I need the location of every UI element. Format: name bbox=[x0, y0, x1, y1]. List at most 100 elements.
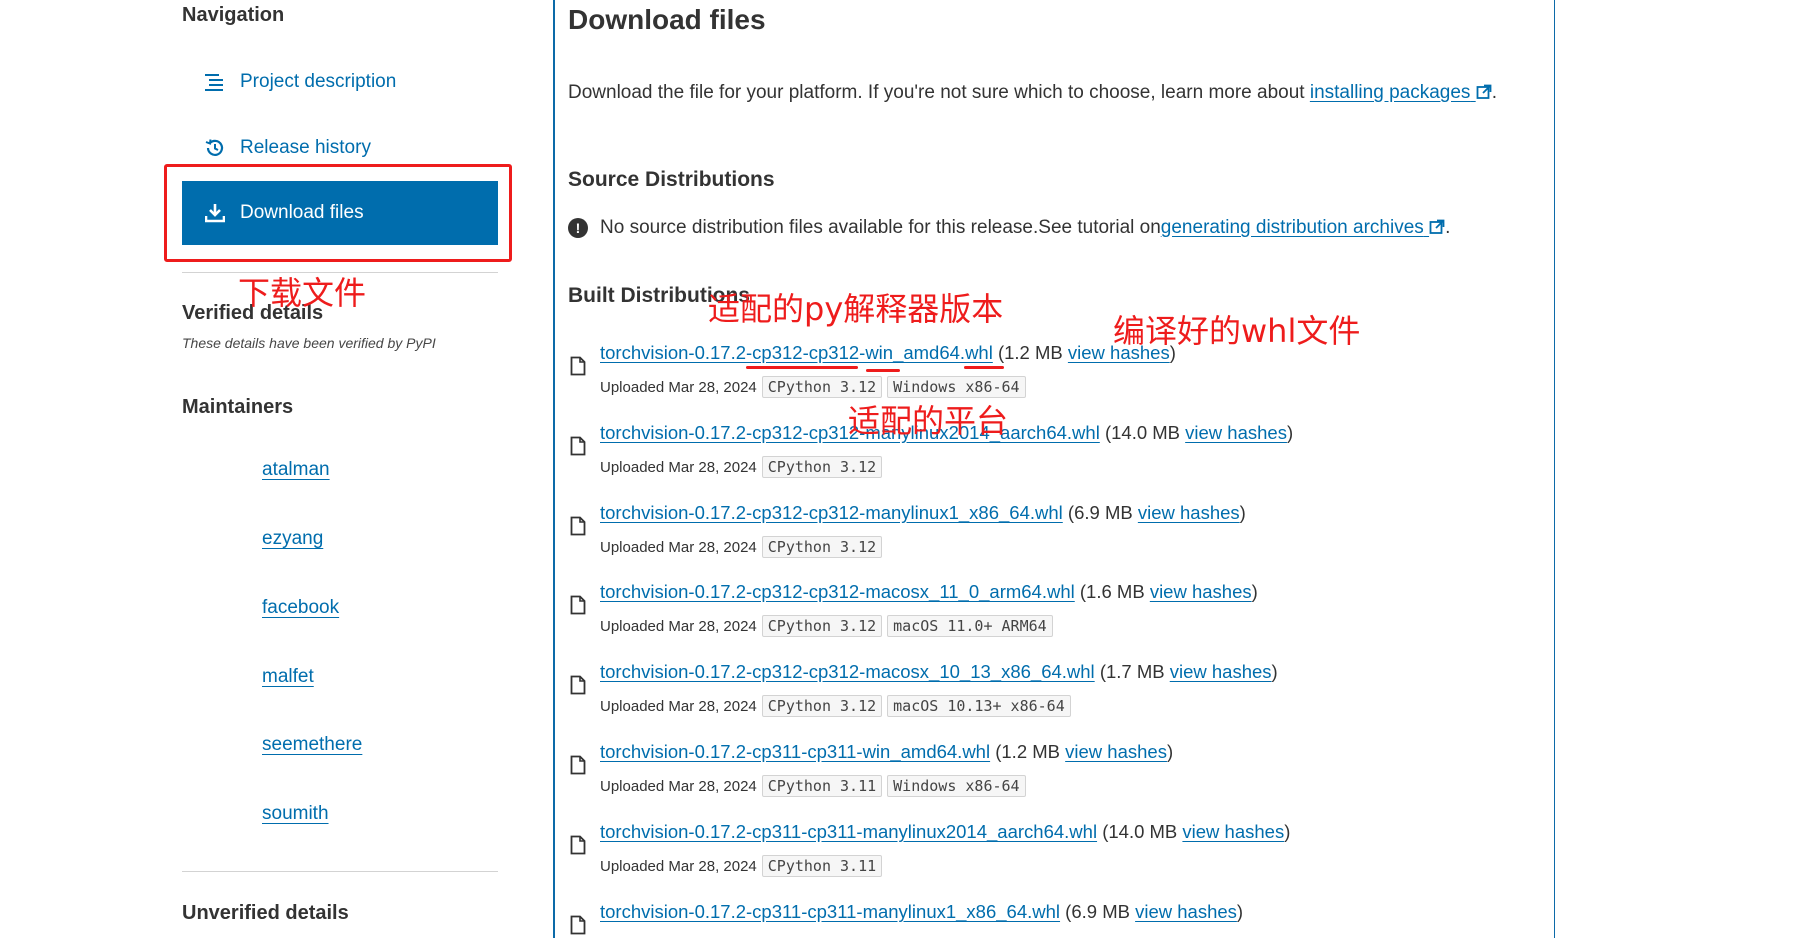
file-line: torchvision-0.17.2-cp312-cp312-macosx_11… bbox=[600, 581, 1258, 603]
exclamation-icon: ! bbox=[568, 218, 588, 238]
nav-heading: Navigation bbox=[182, 4, 285, 26]
file-tag: Windows x86-64 bbox=[887, 775, 1026, 797]
intro-end: . bbox=[1491, 82, 1497, 103]
verified-note: These details have been verified by PyPI bbox=[182, 335, 436, 351]
nav-project-description[interactable]: Project description bbox=[182, 50, 498, 114]
view-hashes-link[interactable]: view hashes bbox=[1182, 821, 1284, 842]
file-meta: Uploaded Mar 28, 2024 CPython 3.11 bbox=[600, 855, 883, 877]
file-size: (1.7 MB bbox=[1099, 661, 1165, 682]
file-size: (6.9 MB bbox=[1065, 901, 1130, 922]
maintainer-link[interactable]: ezyang bbox=[262, 528, 323, 550]
distribution-archives-link[interactable]: generating distribution archives bbox=[1161, 217, 1445, 239]
file-download-link[interactable]: torchvision-0.17.2-cp312-cp312-win_amd64… bbox=[600, 342, 993, 363]
file-row: torchvision-0.17.2-cp311-cp311-manylinux… bbox=[568, 901, 1548, 938]
link-label: generating distribution archives bbox=[1160, 217, 1424, 238]
file-tag: CPython 3.12 bbox=[761, 376, 883, 398]
intro-text: Download the file for your platform. If … bbox=[568, 82, 1497, 104]
history-icon bbox=[204, 137, 226, 159]
view-hashes-link[interactable]: view hashes bbox=[1135, 901, 1237, 922]
file-download-link[interactable]: torchvision-0.17.2-cp312-cp312-macosx_10… bbox=[600, 661, 1095, 682]
file-row: torchvision-0.17.2-cp312-cp312-manylinux… bbox=[568, 422, 1548, 492]
view-hashes-link[interactable]: view hashes bbox=[1138, 502, 1240, 523]
annotation-whl-file: 编译好的whl文件 bbox=[1113, 312, 1361, 350]
view-hashes-link[interactable]: view hashes bbox=[1185, 422, 1287, 443]
file-tag: CPython 3.12 bbox=[761, 456, 883, 478]
column-divider bbox=[553, 0, 555, 938]
file-download-link[interactable]: torchvision-0.17.2-cp312-cp312-manylinux… bbox=[600, 502, 1063, 523]
annotation-py-version: 适配的py解释器版本 bbox=[708, 290, 1004, 328]
file-close-paren: ) bbox=[1286, 422, 1294, 443]
file-tag: CPython 3.11 bbox=[761, 775, 883, 797]
file-size: (1.2 MB bbox=[995, 741, 1061, 762]
file-line: torchvision-0.17.2-cp311-cp311-win_amd64… bbox=[600, 741, 1173, 763]
annotation-underline bbox=[866, 369, 900, 372]
file-download-link[interactable]: torchvision-0.17.2-cp311-cp311-manylinux… bbox=[600, 901, 1060, 922]
list-icon bbox=[204, 71, 226, 93]
file-download-link[interactable]: torchvision-0.17.2-cp311-cp311-win_amd64… bbox=[600, 741, 990, 762]
maintainer-link[interactable]: malfet bbox=[262, 666, 314, 688]
annotation-underline bbox=[746, 366, 858, 369]
upload-date: Uploaded Mar 28, 2024 bbox=[600, 378, 757, 396]
file-icon bbox=[570, 356, 586, 381]
file-tag: CPython 3.12 bbox=[761, 695, 883, 717]
view-hashes-link[interactable]: view hashes bbox=[1150, 581, 1252, 602]
file-tag: macOS 10.13+ x86-64 bbox=[887, 695, 1071, 717]
maintainer-link[interactable]: facebook bbox=[262, 597, 339, 619]
maintainer-link[interactable]: seemethere bbox=[262, 734, 362, 756]
file-icon bbox=[570, 516, 586, 541]
file-close-paren: ) bbox=[1236, 901, 1244, 922]
maintainer-link[interactable]: atalman bbox=[262, 459, 330, 481]
file-icon bbox=[570, 835, 586, 860]
intro-body: Download the file for your platform. If … bbox=[568, 82, 1310, 103]
file-meta: Uploaded Mar 28, 2024 CPython 3.12 macOS 1… bbox=[600, 615, 1053, 637]
file-line: torchvision-0.17.2-cp311-cp311-manylinux… bbox=[600, 901, 1243, 923]
upload-date: Uploaded Mar 28, 2024 bbox=[600, 697, 757, 715]
notice-end: . bbox=[1445, 217, 1451, 238]
annotation-platform: 适配的平台 bbox=[848, 402, 1009, 440]
file-row: torchvision-0.17.2-cp311-cp311-manylinux… bbox=[568, 821, 1548, 891]
file-icon bbox=[570, 675, 586, 700]
nav-label: Project description bbox=[240, 71, 397, 92]
file-meta: Uploaded Mar 28, 2024 CPython 3.12 bbox=[600, 456, 883, 478]
upload-date: Uploaded Mar 28, 2024 bbox=[600, 538, 757, 556]
installing-packages-link[interactable]: installing packages bbox=[1310, 82, 1492, 103]
file-tag: CPython 3.11 bbox=[761, 855, 883, 877]
no-source-text: No source distribution files available f… bbox=[600, 217, 1161, 238]
file-line: torchvision-0.17.2-cp312-cp312-manylinux… bbox=[600, 502, 1246, 524]
file-tag: Windows x86-64 bbox=[887, 376, 1026, 398]
file-download-link[interactable]: torchvision-0.17.2-cp311-cp311-manylinux… bbox=[600, 821, 1097, 842]
annotation-underline bbox=[964, 366, 1004, 369]
external-link-icon bbox=[1476, 82, 1492, 103]
file-download-link[interactable]: torchvision-0.17.2-cp312-cp312-macosx_11… bbox=[600, 581, 1075, 602]
file-line: torchvision-0.17.2-cp311-cp311-manylinux… bbox=[600, 821, 1290, 843]
external-link-icon bbox=[1429, 217, 1445, 238]
file-tag: CPython 3.12 bbox=[761, 536, 883, 558]
upload-date: Uploaded Mar 28, 2024 bbox=[600, 458, 757, 476]
column-divider bbox=[1554, 0, 1555, 938]
nav-label: Release history bbox=[240, 137, 371, 158]
file-close-paren: ) bbox=[1284, 821, 1291, 842]
view-hashes-link[interactable]: view hashes bbox=[1065, 741, 1167, 762]
file-icon bbox=[570, 436, 586, 461]
file-row: torchvision-0.17.2-cp312-cp312-macosx_11… bbox=[568, 581, 1548, 651]
file-close-paren: ) bbox=[1166, 741, 1174, 762]
upload-date: Uploaded Mar 28, 2024 bbox=[600, 857, 757, 875]
upload-date: Uploaded Mar 28, 2024 bbox=[600, 777, 757, 795]
maintainer-link[interactable]: soumith bbox=[262, 803, 329, 825]
annotation-box bbox=[164, 164, 512, 262]
file-meta: Uploaded Mar 28, 2024 CPython 3.11 Windows… bbox=[600, 775, 1026, 797]
file-icon bbox=[570, 755, 586, 780]
file-size: (14.0 MB bbox=[1102, 821, 1178, 842]
file-close-paren: ) bbox=[1251, 581, 1258, 602]
view-hashes-link[interactable]: view hashes bbox=[1170, 661, 1272, 682]
file-row: torchvision-0.17.2-cp312-cp312-macosx_10… bbox=[568, 661, 1548, 731]
file-meta: Uploaded Mar 28, 2024 CPython 3.12 bbox=[600, 536, 883, 558]
file-line: torchvision-0.17.2-cp312-cp312-win_amd64… bbox=[600, 342, 1176, 364]
file-close-paren: ) bbox=[1239, 502, 1246, 523]
file-tag: CPython 3.12 bbox=[761, 615, 883, 637]
annotation-download-files: 下载文件 bbox=[238, 274, 367, 312]
file-row: torchvision-0.17.2-cp312-cp312-manylinux… bbox=[568, 502, 1548, 572]
file-icon bbox=[570, 595, 586, 620]
file-size: (14.0 MB bbox=[1104, 422, 1181, 443]
file-tag: macOS 11.0+ ARM64 bbox=[887, 615, 1053, 637]
